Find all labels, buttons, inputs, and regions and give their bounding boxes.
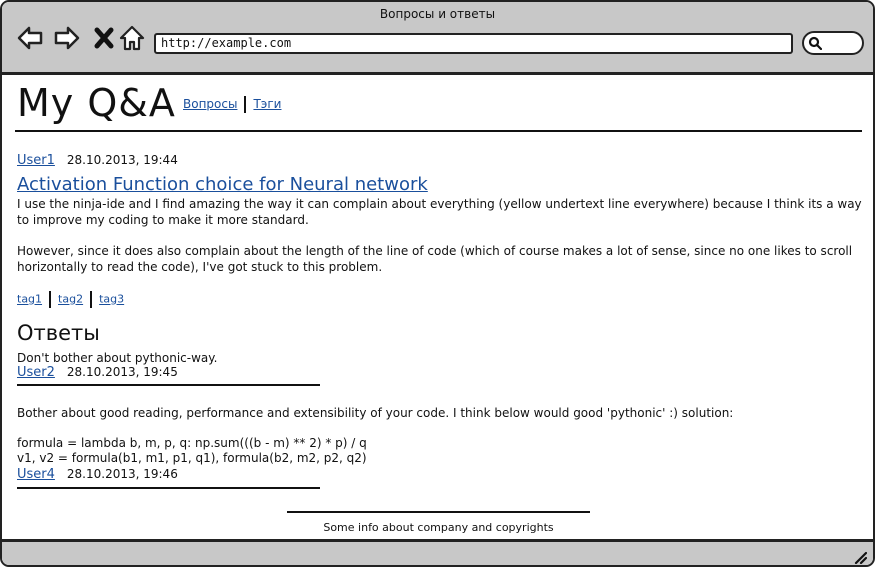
answer-divider: [17, 384, 320, 386]
resize-grip-icon[interactable]: [853, 550, 867, 564]
browser-window: Вопросы и ответы http://example.com My Q…: [0, 0, 875, 567]
answer-meta: User2 28.10.2013, 19:45: [17, 365, 178, 380]
answer-meta: User4 28.10.2013, 19:46: [17, 467, 178, 482]
answer-code: formula = lambda b, m, p, q: np.sum(((b …: [17, 436, 367, 465]
answer-text: Bother about good reading, performance a…: [17, 406, 734, 420]
home-icon: [119, 25, 145, 51]
browser-toolbar: Вопросы и ответы http://example.com: [2, 2, 873, 75]
close-icon: [94, 27, 114, 49]
home-button[interactable]: [118, 24, 146, 52]
question-title-link[interactable]: Activation Function choice for Neural ne…: [17, 174, 428, 195]
question-body-paragraph: However, since it does also complain abo…: [17, 244, 853, 274]
forward-button[interactable]: [53, 24, 81, 52]
nav-link-tags[interactable]: Тэги: [253, 97, 281, 111]
answer-text: Don't bother about pythonic-way.: [17, 351, 218, 365]
nav-link-questions[interactable]: Вопросы: [183, 97, 237, 111]
top-navigation: Вопросы Тэги: [183, 96, 281, 113]
header-divider: [15, 130, 862, 132]
arrow-left-icon: [17, 26, 43, 50]
question-tags: tag1 tag2 tag3: [17, 291, 124, 308]
answer-date: 28.10.2013, 19:46: [66, 467, 178, 481]
search-button[interactable]: [802, 31, 864, 55]
tag-link[interactable]: tag3: [99, 293, 124, 306]
footer-divider: [287, 511, 590, 513]
tag-divider: [49, 291, 52, 308]
stop-button[interactable]: [90, 24, 118, 52]
question-author-link[interactable]: User1: [17, 153, 55, 168]
address-bar[interactable]: http://example.com: [154, 33, 793, 54]
answers-heading: Ответы: [17, 321, 100, 345]
answer-author-link[interactable]: User4: [17, 467, 55, 482]
question-body-paragraph: I use the ninja-ide and I find amazing t…: [17, 197, 862, 227]
search-icon: [808, 36, 822, 50]
question-date: 28.10.2013, 19:44: [66, 153, 178, 167]
back-button[interactable]: [16, 24, 44, 52]
status-bar: [2, 539, 873, 565]
question-meta: User1 28.10.2013, 19:44: [17, 153, 178, 168]
footer-text: Some info about company and copyrights: [323, 521, 554, 534]
answer-divider: [17, 487, 320, 489]
answer-author-link[interactable]: User2: [17, 365, 55, 380]
nav-divider: [244, 96, 247, 113]
window-title: Вопросы и ответы: [379, 7, 496, 21]
arrow-right-icon: [54, 26, 80, 50]
tag-link[interactable]: tag2: [58, 293, 83, 306]
tag-link[interactable]: tag1: [17, 293, 42, 306]
site-logo: My Q&A: [17, 81, 176, 125]
answer-date: 28.10.2013, 19:45: [66, 365, 178, 379]
tag-divider: [90, 291, 93, 308]
